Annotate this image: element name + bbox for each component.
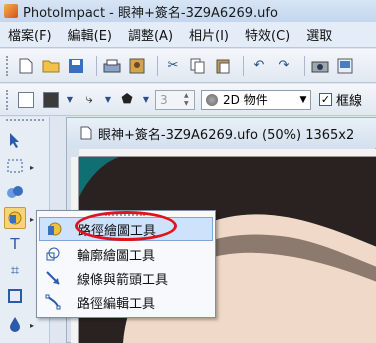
chevron-right-icon[interactable]: ▸ (30, 321, 34, 330)
menu-file[interactable]: 檔案(F) (8, 25, 52, 44)
spin-arrows[interactable]: ▲ ▼ (184, 92, 194, 108)
menu-select[interactable]: 選取 (306, 25, 332, 44)
document-title-bar: 眼神+簽名-3Z9A6269.ufo (50%) 1365x2 (67, 118, 376, 148)
crop-tool-icon[interactable]: ⌗ (4, 259, 26, 281)
flyout-label: 路徑編輯工具 (77, 296, 156, 312)
horizontal-ruler (79, 149, 376, 157)
scan-icon[interactable] (102, 56, 122, 76)
flyout-label: 輪廓繪圖工具 (77, 248, 156, 264)
flyout-label: 路徑繪圖工具 (78, 223, 157, 239)
copy-icon[interactable] (188, 56, 208, 76)
flyout-item-path-drawing[interactable]: 路徑繪圖工具 (39, 217, 213, 241)
menu-photo[interactable]: 相片(I) (189, 25, 229, 44)
menu-adjust[interactable]: 調整(A) (128, 25, 173, 44)
camera-icon[interactable] (310, 56, 330, 76)
toolbar-separator (96, 55, 97, 76)
pentagon-shape-icon[interactable]: ⬟ (117, 90, 137, 110)
toolbar-grip[interactable] (6, 89, 10, 110)
toolbar-separator (304, 55, 305, 76)
checkbox-label: 框線 (336, 94, 363, 109)
window-title: PhotoImpact - 眼神+簽名-3Z9A6269.ufo (23, 5, 278, 21)
fill-color-swatch[interactable] (16, 90, 36, 110)
menu-effect[interactable]: 特效(C) (245, 25, 290, 44)
document-title: 眼神+簽名-3Z9A6269.ufo (50%) 1365x2 (98, 127, 355, 143)
toolbar-separator (157, 55, 158, 76)
line-color-swatch[interactable] (41, 90, 61, 110)
sphere-icon (206, 93, 218, 106)
text-tool-icon[interactable]: T (4, 233, 26, 255)
toolbar-separator (243, 55, 244, 76)
panel-grip[interactable] (6, 119, 44, 123)
flyout-label: 線條與箭頭工具 (77, 272, 169, 288)
chevron-right-icon[interactable]: ▸ (30, 163, 34, 172)
chevron-down-icon[interactable]: ▼ (104, 90, 112, 110)
paint-tool-icon[interactable] (4, 313, 26, 335)
document-icon (79, 126, 93, 140)
photoimpact-app-icon (4, 4, 18, 18)
chevron-right-icon[interactable]: ▸ (30, 215, 34, 224)
object-mode-value: 2D 物件 (223, 93, 268, 107)
paste-icon[interactable] (213, 56, 233, 76)
chevron-down-icon[interactable]: ▼ (66, 90, 74, 110)
path-edit-icon (41, 291, 65, 313)
bevel-tool-icon[interactable] (4, 285, 26, 307)
view-icon[interactable] (335, 56, 355, 76)
transform-tool-icon[interactable] (4, 181, 26, 203)
title-bar: PhotoImpact - 眼神+簽名-3Z9A6269.ufo (0, 0, 376, 22)
save-icon[interactable] (66, 56, 86, 76)
path-tool-flyout: 路徑繪圖工具 輪廓繪圖工具 線條與箭頭工具 路徑編輯工具 (36, 210, 216, 318)
undo-icon[interactable]: ↶ (249, 56, 269, 76)
attribute-toolbar: ▼ ⤷ ▼ ⬟ ▼ 3 ▲ ▼ 2D 物件 ▼ ✓ 框線 (0, 84, 376, 116)
checkbox-box[interactable]: ✓ (319, 93, 332, 106)
chevron-down-icon[interactable]: ▼ (142, 90, 150, 110)
flyout-item-line-arrow[interactable]: 線條與箭頭工具 (39, 266, 213, 290)
curve-shape-icon[interactable]: ⤷ (79, 90, 99, 110)
object-mode-select[interactable]: 2D 物件 ▼ (201, 89, 311, 110)
pick-tool-icon[interactable] (4, 129, 26, 151)
chevron-down-icon: ▼ (299, 94, 307, 105)
flyout-item-path-edit[interactable]: 路徑編輯工具 (39, 290, 213, 314)
outline-checkbox[interactable]: ✓ 框線 (319, 90, 362, 109)
toolbar-grip[interactable] (6, 55, 10, 76)
path-drawing-icon (42, 218, 66, 240)
selection-tool-icon[interactable] (4, 155, 26, 177)
capture-icon[interactable] (127, 56, 147, 76)
menu-edit[interactable]: 編輯(E) (68, 25, 112, 44)
line-arrow-icon (41, 267, 65, 289)
new-icon[interactable] (16, 56, 36, 76)
spin-value: 3 (160, 92, 168, 107)
redo-icon[interactable]: ↷ (274, 56, 294, 76)
open-icon[interactable] (41, 56, 61, 76)
flyout-item-outline-drawing[interactable]: 輪廓繪圖工具 (39, 242, 213, 266)
cut-icon[interactable]: ✂ (163, 56, 183, 76)
spin-box[interactable]: 3 ▲ ▼ (155, 89, 195, 110)
standard-toolbar: ✂ ↶ ↷ (0, 49, 376, 83)
outline-drawing-icon (41, 243, 65, 265)
path-drawing-tool-icon[interactable] (4, 207, 26, 229)
menu-bar: 檔案(F) 編輯(E) 調整(A) 相片(I) 特效(C) 選取 (0, 22, 376, 48)
